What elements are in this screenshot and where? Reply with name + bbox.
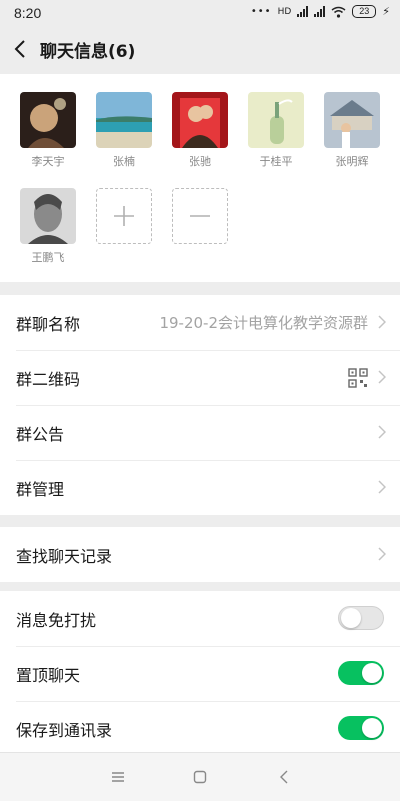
avatar — [20, 92, 76, 148]
members-panel: 李天宇 张楠 张驰 于桂平 张明辉 王鹏飞 — [0, 74, 400, 282]
back-chevron-icon — [14, 40, 25, 58]
member-0[interactable]: 李天宇 — [19, 92, 77, 169]
toggle-knob — [362, 663, 382, 683]
member-name: 于桂平 — [259, 155, 293, 168]
dots-icon: ••• — [250, 6, 272, 17]
status-icons: ••• HD 23 ⚡ — [251, 5, 390, 18]
pin-label: 置顶聊天 — [16, 665, 81, 685]
save-contacts-toggle[interactable] — [338, 716, 384, 740]
toggle-knob — [362, 718, 382, 738]
pin-row: 置顶聊天 — [0, 646, 400, 701]
group-notice-label: 群公告 — [16, 424, 65, 444]
charging-icon: ⚡ — [382, 5, 390, 18]
group-qr-row[interactable]: 群二维码 — [0, 350, 400, 405]
battery-level: 23 — [359, 6, 370, 16]
status-time: 8:20 — [14, 5, 42, 21]
pin-toggle[interactable] — [338, 661, 384, 685]
chevron-right-icon — [378, 547, 386, 561]
mute-row: 消息免打扰 — [0, 591, 400, 646]
member-name: 张明辉 — [335, 155, 369, 168]
member-4[interactable]: 张明辉 — [323, 92, 381, 169]
toggle-knob — [341, 608, 361, 628]
minus-icon — [172, 188, 228, 244]
home-icon[interactable] — [185, 765, 215, 789]
chevron-right-icon — [378, 315, 386, 329]
search-history-label: 查找聊天记录 — [16, 546, 113, 566]
save-contacts-label: 保存到通讯录 — [16, 720, 113, 740]
member-name: 李天宇 — [31, 155, 65, 168]
group-info-section: 群聊名称 19-20-2会计电算化教学资源群 群二维码 群公告 群管理 — [0, 295, 400, 515]
signal-icon-2 — [314, 6, 326, 17]
member-name: 张驰 — [189, 155, 211, 168]
chevron-right-icon — [378, 425, 386, 439]
qr-code-icon — [348, 368, 368, 388]
mute-label: 消息免打扰 — [16, 610, 97, 630]
back-button[interactable] — [0, 26, 40, 72]
member-name: 王鹏飞 — [31, 251, 65, 264]
avatar — [324, 92, 380, 148]
search-section: 查找聊天记录 — [0, 527, 400, 582]
hd-badge: HD — [277, 6, 292, 17]
group-qr-label: 群二维码 — [16, 369, 81, 389]
add-icon — [96, 188, 152, 244]
group-manage-label: 群管理 — [16, 479, 65, 499]
group-name-label: 群聊名称 — [16, 314, 81, 334]
back-icon[interactable] — [269, 765, 299, 789]
group-name-value: 19-20-2会计电算化教学资源群 — [159, 314, 368, 332]
group-notice-row[interactable]: 群公告 — [0, 405, 400, 460]
settings-section: 消息免打扰 置顶聊天 保存到通讯录 — [0, 591, 400, 756]
chevron-right-icon — [378, 480, 386, 494]
avatar — [172, 92, 228, 148]
signal-icon — [297, 6, 309, 17]
search-history-row[interactable]: 查找聊天记录 — [0, 527, 400, 582]
avatar — [20, 188, 76, 244]
member-5[interactable]: 王鹏飞 — [19, 188, 77, 265]
header: 聊天信息(6) — [0, 26, 400, 72]
group-manage-row[interactable]: 群管理 — [0, 460, 400, 515]
remove-member-button[interactable] — [171, 188, 229, 244]
menu-icon[interactable] — [103, 765, 133, 789]
system-nav-bar — [0, 752, 400, 801]
member-1[interactable]: 张楠 — [95, 92, 153, 169]
member-3[interactable]: 于桂平 — [247, 92, 305, 169]
avatar — [96, 92, 152, 148]
save-contacts-row: 保存到通讯录 — [0, 701, 400, 756]
page-title: 聊天信息(6) — [40, 41, 136, 62]
group-name-row[interactable]: 群聊名称 19-20-2会计电算化教学资源群 — [0, 295, 400, 350]
battery-icon: 23 — [352, 5, 377, 18]
chevron-right-icon — [378, 370, 386, 384]
avatar — [248, 92, 304, 148]
status-bar: 8:20 ••• HD 23 ⚡ — [0, 0, 400, 26]
member-2[interactable]: 张驰 — [171, 92, 229, 169]
add-member-button[interactable] — [95, 188, 153, 244]
mute-toggle[interactable] — [338, 606, 384, 630]
member-name: 张楠 — [113, 155, 135, 168]
wifi-icon — [331, 6, 346, 18]
